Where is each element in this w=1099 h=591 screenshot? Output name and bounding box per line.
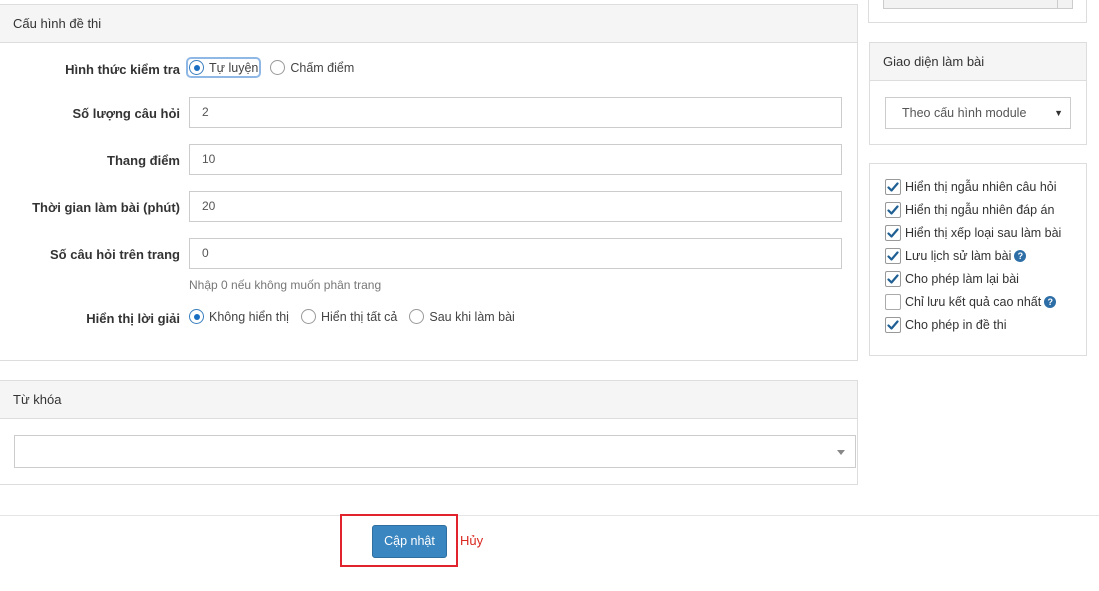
interface-select[interactable]: Theo cấu hình module ▼ [885, 97, 1071, 129]
option-label: Hiển thị xếp loại sau làm bài [905, 226, 1062, 240]
radio-after-test[interactable]: Sau khi làm bài [409, 309, 515, 324]
option-label: Cho phép làm lại bài [905, 272, 1019, 286]
checkbox-unchecked[interactable] [885, 294, 901, 310]
caret-down-icon: ▼ [1054, 108, 1063, 118]
update-button[interactable]: Cập nhật [372, 525, 447, 558]
per-page-label: Số câu hỏi trên trang [49, 247, 180, 262]
upper-panel-stub [868, 0, 1087, 23]
duration-input[interactable]: 20 [189, 191, 842, 222]
question-count-label: Số lượng câu hỏi [72, 106, 181, 121]
checkbox-checked[interactable] [885, 271, 901, 287]
option-label: Hiển thị ngẫu nhiên đáp án [905, 203, 1055, 217]
interface-panel: Giao diện làm bài Theo cấu hình module ▼ [869, 42, 1087, 145]
option-label: Hiển thị ngẫu nhiên câu hỏi [905, 180, 1057, 194]
radio-label: Sau khi làm bài [429, 309, 515, 324]
option-checkbox-row[interactable]: Hiển thị ngẫu nhiên câu hỏi [885, 179, 1057, 195]
duration-label: Thời gian làm bài (phút) [32, 200, 180, 215]
radio-no-display[interactable]: Không hiển thị [189, 309, 289, 324]
radio-circle [270, 60, 286, 75]
checkbox-checked[interactable] [885, 202, 901, 218]
cancel-link[interactable]: Hủy [460, 533, 483, 548]
option-checkbox-row[interactable]: Cho phép làm lại bài [885, 271, 1019, 287]
score-scale-label: Thang điểm [107, 153, 180, 168]
option-checkbox-row[interactable]: Lưu lịch sử làm bài? [885, 248, 1027, 264]
test-type-label: Hình thức kiểm tra [65, 62, 180, 77]
caret-down-icon [837, 450, 845, 455]
radio-self-practice[interactable]: Tự luyện [185, 57, 262, 78]
keywords-panel: Từ khóa [0, 380, 858, 485]
question-circle-icon[interactable]: ? [1044, 296, 1057, 308]
checkbox-checked[interactable] [885, 179, 901, 195]
option-checkbox-row[interactable]: Hiển thị ngẫu nhiên đáp án [885, 202, 1054, 218]
interface-heading: Giao diện làm bài [870, 43, 1086, 81]
option-label: Chỉ lưu kết quả cao nhất [905, 295, 1042, 309]
test-type-radio-group: Tự luyện Chấm điểm [185, 57, 366, 78]
checkbox-checked[interactable] [885, 225, 901, 241]
radio-label: Không hiển thị [209, 309, 289, 324]
radio-circle [409, 309, 425, 324]
radio-show-all[interactable]: Hiển thị tất cả [300, 309, 398, 324]
upper-panel-scrollbar [883, 0, 1073, 9]
radio-circle-checked [189, 309, 204, 324]
radio-label: Hiển thị tất cả [320, 309, 398, 324]
keywords-heading: Từ khóa [0, 381, 857, 419]
question-circle-icon[interactable]: ? [1014, 250, 1027, 262]
option-label: Cho phép in đề thi [905, 318, 1007, 332]
question-count-input[interactable]: 2 [189, 97, 842, 128]
option-checkbox-row[interactable]: Hiển thị xếp loại sau làm bài [885, 225, 1061, 241]
radio-circle-checked [189, 60, 204, 75]
exam-config-panel: Cấu hình đề thi Hình thức kiểm tra Tự lu… [0, 4, 858, 361]
checkbox-checked[interactable] [885, 248, 901, 264]
option-checkbox-row[interactable]: Chỉ lưu kết quả cao nhất? [885, 294, 1057, 310]
show-solution-label: Hiển thị lời giải [86, 311, 180, 326]
per-page-help-text: Nhập 0 nếu không muốn phân trang [189, 278, 382, 292]
interface-select-value: Theo cấu hình module [902, 106, 1027, 120]
radio-label: Tự luyện [209, 60, 259, 75]
display-options-panel: Hiển thị ngẫu nhiên câu hỏi Hiển thị ngẫu… [869, 163, 1087, 356]
keywords-select[interactable] [14, 435, 856, 468]
checkbox-checked[interactable] [885, 317, 901, 333]
option-checkbox-row[interactable]: Cho phép in đề thi [885, 317, 1006, 333]
radio-circle [300, 309, 316, 324]
radio-graded[interactable]: Chấm điểm [270, 60, 354, 75]
exam-config-heading: Cấu hình đề thi [0, 5, 857, 43]
radio-label: Chấm điểm [290, 60, 355, 75]
footer-divider [0, 515, 1099, 516]
show-solution-radio-group: Không hiển thị Hiển thị tất cả Sau khi l… [189, 309, 527, 324]
score-scale-input[interactable]: 10 [189, 144, 842, 175]
option-label: Lưu lịch sử làm bài [905, 249, 1012, 263]
per-page-input[interactable]: 0 [189, 238, 842, 269]
